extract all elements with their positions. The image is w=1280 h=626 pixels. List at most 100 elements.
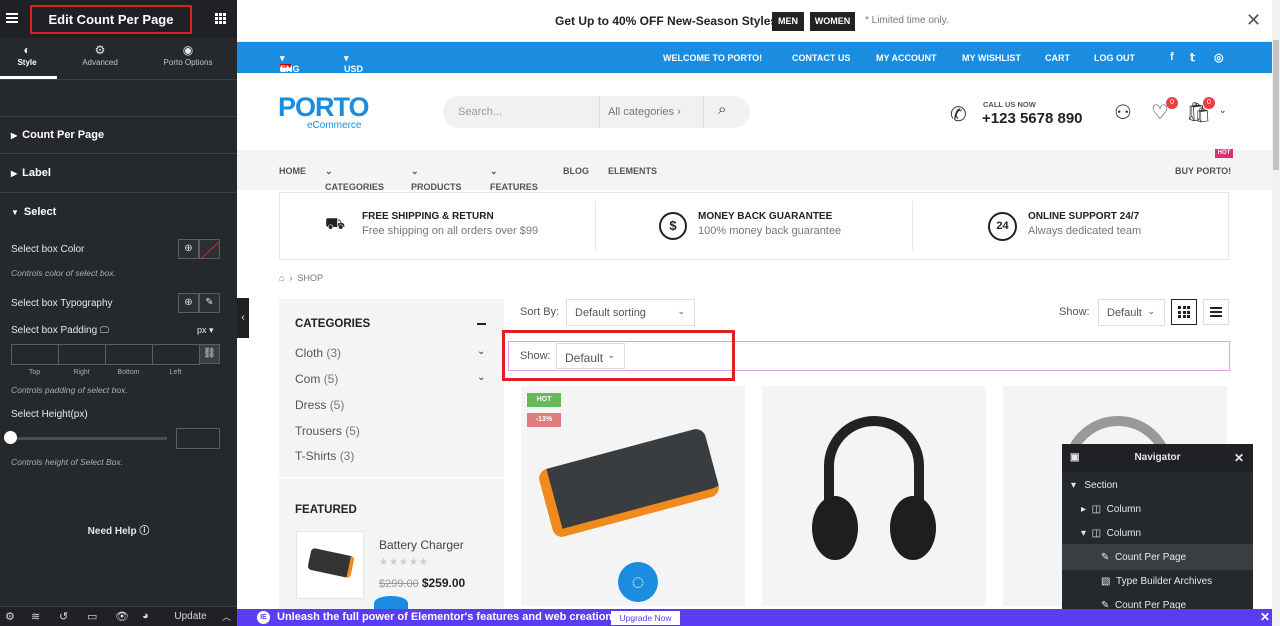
globe-icon[interactable]: ⊕ [178, 239, 199, 259]
twitter-icon[interactable]: 𝕥 [1190, 51, 1195, 64]
contact-us-link[interactable]: CONTACT US [792, 53, 850, 63]
close-icon[interactable]: ✕ [1234, 444, 1244, 472]
category-item[interactable]: Com (5) [295, 372, 338, 386]
collapse-all-icon[interactable]: ▣ [1070, 444, 1079, 472]
buy-porto-link[interactable]: BUY PORTO! [1175, 166, 1231, 176]
promo-bold: 40% OFF [612, 14, 664, 28]
site-logo[interactable]: PORTO [278, 92, 370, 123]
padding-right-input[interactable] [59, 345, 106, 364]
chevron-down-icon[interactable]: ⌄ [1219, 105, 1227, 116]
height-slider-handle[interactable] [4, 431, 17, 444]
cart-link[interactable]: CART [1045, 53, 1070, 63]
section-count-per-page[interactable]: ▶ Count Per Page [0, 116, 237, 154]
history-icon[interactable]: ↺ [59, 610, 68, 623]
padding-bottom-input[interactable] [106, 345, 153, 364]
collapse-panel-button[interactable]: ‹ [237, 298, 249, 338]
my-account-link[interactable]: MY ACCOUNT [876, 53, 937, 63]
show-label: Show: [1059, 306, 1090, 318]
currency-switcher[interactable]: USD ▾ [344, 53, 363, 74]
user-icon[interactable]: ⚇ [1114, 100, 1132, 125]
promo-pre: Get Up to [555, 14, 613, 28]
navigator-header: ▣ Navigator ✕ [1062, 444, 1253, 472]
nav-categories[interactable]: CATEGORIES ⌄ [325, 166, 384, 192]
tab-advanced[interactable]: ⚙ Advanced [65, 42, 135, 67]
show-select[interactable]: Default ⌄ [1098, 299, 1165, 326]
tab-porto-options[interactable]: ◉ Porto Options [153, 42, 223, 67]
search-icon[interactable]: ⌕ [718, 101, 726, 118]
widgets-grid-icon[interactable] [215, 13, 226, 24]
globe-icon[interactable]: ⊕ [178, 293, 199, 313]
men-button[interactable]: MEN [772, 12, 804, 31]
phone-number[interactable]: +123 5678 890 [982, 110, 1083, 127]
chevron-down-icon[interactable]: ⌄ [477, 372, 485, 383]
pencil-icon[interactable]: ✎ [199, 293, 220, 313]
sort-select[interactable]: Default sorting ⌄ [566, 299, 695, 326]
need-help-link[interactable]: Need Help ⓘ [0, 522, 237, 537]
nav-elements[interactable]: ELEMENTS [608, 166, 657, 176]
currency-value: USD [344, 64, 364, 74]
product-card[interactable] [762, 386, 986, 606]
navigator-title: Navigator [1134, 452, 1181, 463]
section-label[interactable]: ▶ Label [0, 155, 237, 193]
tab-porto-options-label: Porto Options [163, 58, 213, 67]
category-item[interactable]: T-Shirts (3) [295, 449, 354, 463]
facebook-icon[interactable]: f [1170, 51, 1174, 63]
featured-product-name[interactable]: Battery Charger [379, 538, 464, 552]
close-icon[interactable]: ✕ [1246, 10, 1261, 31]
collapse-minus-icon[interactable] [477, 323, 486, 325]
color-picker-button[interactable] [199, 239, 220, 259]
tab-style[interactable]: ◐ Style [0, 42, 62, 79]
navigator-item-label: Column [1106, 504, 1142, 515]
category-count: (5) [323, 372, 339, 386]
layers-icon[interactable]: ≋ [31, 610, 40, 623]
navigator-item-section[interactable]: ▾ Section [1071, 480, 1118, 491]
log-out-link[interactable]: LOG OUT [1094, 53, 1135, 63]
padding-hint: Controls padding of select box. [11, 385, 128, 395]
instagram-icon[interactable]: ◎ [1214, 51, 1224, 64]
category-item[interactable]: Dress (5) [295, 398, 344, 412]
unit-select[interactable]: px ▾ [197, 325, 214, 336]
notification-icon[interactable]: ◕ [142, 610, 149, 622]
scrollbar-thumb[interactable] [1273, 40, 1279, 170]
chevron-up-icon[interactable]: ︿ [222, 610, 231, 623]
link-icon[interactable]: ⛓ [199, 344, 220, 364]
navigator-item-type-builder[interactable]: ▧ Type Builder Archives [1101, 576, 1212, 587]
settings-icon[interactable]: ⚙ [5, 610, 15, 623]
home-icon[interactable]: ⌂ [279, 273, 284, 283]
navigator-item-count-per-page[interactable]: ✎ Count Per Page [1101, 552, 1186, 563]
search-input[interactable]: Search... [458, 106, 502, 118]
upgrade-now-button[interactable]: Upgrade Now [611, 611, 680, 625]
welcome-link[interactable]: WELCOME TO PORTO! [663, 53, 762, 63]
chevron-down-icon[interactable]: ⌄ [477, 346, 485, 357]
preview-eye-icon[interactable]: 👁 [115, 610, 129, 623]
grid-view-button[interactable] [1171, 299, 1197, 325]
category-value: All categories [608, 106, 675, 118]
category-item[interactable]: Cloth (3) [295, 346, 341, 360]
close-icon[interactable]: ✕ [1260, 610, 1270, 624]
language-switcher[interactable]: ENG ▾ [280, 53, 300, 74]
column-icon: ◫ [1091, 504, 1102, 515]
category-item[interactable]: Trousers (5) [295, 424, 360, 438]
padding-left-input[interactable] [153, 345, 199, 364]
desktop-icon[interactable]: 🖵 [100, 325, 109, 335]
navigator-item-column[interactable]: ▸ ◫ Column [1081, 504, 1141, 515]
women-button[interactable]: WOMEN [810, 12, 855, 31]
list-view-button[interactable] [1203, 299, 1229, 325]
menu-icon[interactable] [6, 13, 18, 23]
height-slider-track[interactable] [11, 437, 167, 440]
category-select[interactable]: All categories › [608, 106, 681, 118]
nav-features-label: FEATURES [490, 182, 538, 192]
nav-home[interactable]: HOME [279, 166, 306, 176]
navigator-item-column[interactable]: ▾ ◫ Column [1081, 528, 1141, 539]
nav-blog[interactable]: BLOG [563, 166, 589, 176]
featured-product-image[interactable] [296, 531, 364, 599]
update-button[interactable]: Update [163, 610, 218, 624]
nav-features[interactable]: FEATURES ⌄ [490, 166, 538, 192]
nav-products[interactable]: PRODUCTS ⌄ [411, 166, 462, 192]
height-input[interactable] [176, 428, 220, 449]
responsive-icon[interactable]: ▭ [87, 610, 97, 623]
my-wishlist-link[interactable]: MY WISHLIST [962, 53, 1021, 63]
section-select[interactable]: ▼ Select [0, 194, 237, 232]
padding-top-input[interactable] [12, 345, 59, 364]
column-icon: ◫ [1091, 528, 1102, 539]
